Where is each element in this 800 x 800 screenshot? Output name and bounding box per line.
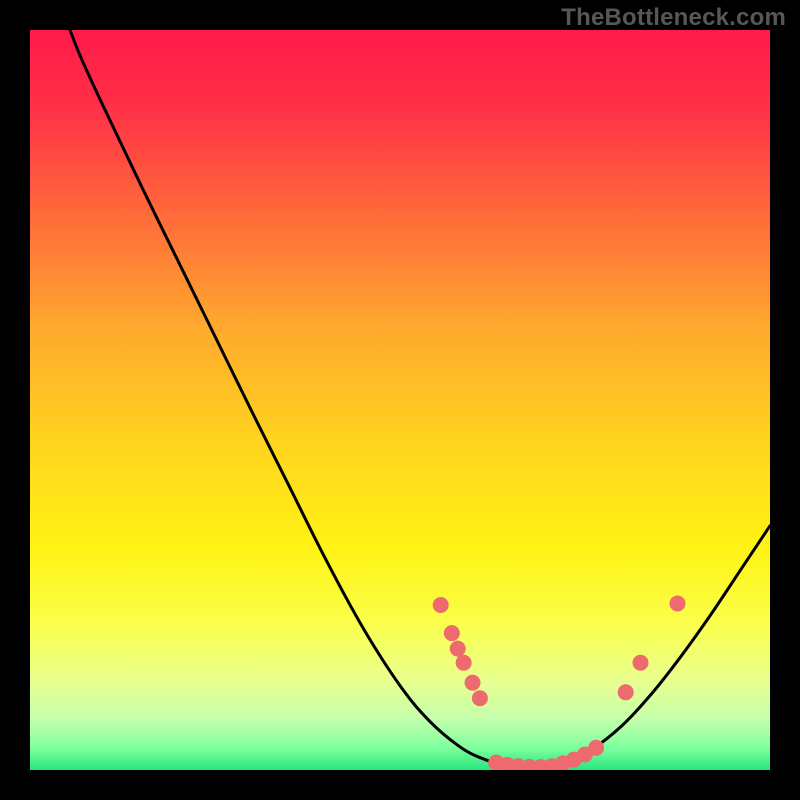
chart-background (30, 30, 770, 770)
chart-dot (433, 597, 449, 613)
chart-dot (588, 740, 604, 756)
chart-dot (633, 655, 649, 671)
chart-dot (472, 690, 488, 706)
chart-dot (670, 596, 686, 612)
chart-dot (444, 625, 460, 641)
chart-svg (30, 30, 770, 770)
chart-dot (618, 684, 634, 700)
watermark-text: TheBottleneck.com (561, 4, 786, 32)
chart-dot (450, 641, 466, 657)
chart-plot-area (30, 30, 770, 770)
chart-dot (465, 675, 481, 691)
chart-dot (456, 655, 472, 671)
